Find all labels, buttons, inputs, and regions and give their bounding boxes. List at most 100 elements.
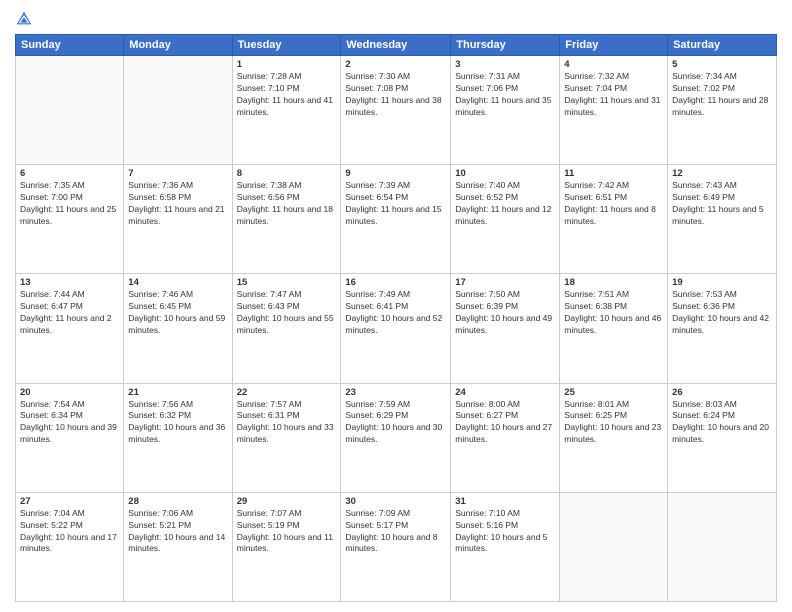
cell-text: Sunrise: 7:43 AM Sunset: 6:49 PM Dayligh… [672, 180, 772, 228]
calendar-cell: 28Sunrise: 7:06 AM Sunset: 5:21 PM Dayli… [124, 492, 232, 601]
calendar-cell: 13Sunrise: 7:44 AM Sunset: 6:47 PM Dayli… [16, 274, 124, 383]
cell-text: Sunrise: 7:53 AM Sunset: 6:36 PM Dayligh… [672, 289, 772, 337]
calendar-cell: 19Sunrise: 7:53 AM Sunset: 6:36 PM Dayli… [668, 274, 777, 383]
calendar-cell: 4Sunrise: 7:32 AM Sunset: 7:04 PM Daylig… [560, 56, 668, 165]
day-number: 7 [128, 168, 227, 179]
day-number: 24 [455, 387, 555, 398]
day-number: 3 [455, 59, 555, 70]
calendar-cell: 11Sunrise: 7:42 AM Sunset: 6:51 PM Dayli… [560, 165, 668, 274]
page: SundayMondayTuesdayWednesdayThursdayFrid… [0, 0, 792, 612]
day-number: 2 [345, 59, 446, 70]
cell-text: Sunrise: 7:56 AM Sunset: 6:32 PM Dayligh… [128, 399, 227, 447]
day-number: 23 [345, 387, 446, 398]
calendar-cell: 14Sunrise: 7:46 AM Sunset: 6:45 PM Dayli… [124, 274, 232, 383]
cell-text: Sunrise: 7:10 AM Sunset: 5:16 PM Dayligh… [455, 508, 555, 556]
day-number: 28 [128, 496, 227, 507]
calendar-cell: 12Sunrise: 7:43 AM Sunset: 6:49 PM Dayli… [668, 165, 777, 274]
weekday-header-monday: Monday [124, 35, 232, 56]
day-number: 5 [672, 59, 772, 70]
cell-text: Sunrise: 7:36 AM Sunset: 6:58 PM Dayligh… [128, 180, 227, 228]
weekday-header-sunday: Sunday [16, 35, 124, 56]
cell-text: Sunrise: 8:01 AM Sunset: 6:25 PM Dayligh… [564, 399, 663, 447]
day-number: 17 [455, 277, 555, 288]
cell-text: Sunrise: 7:31 AM Sunset: 7:06 PM Dayligh… [455, 71, 555, 119]
cell-text: Sunrise: 7:30 AM Sunset: 7:08 PM Dayligh… [345, 71, 446, 119]
calendar-cell: 22Sunrise: 7:57 AM Sunset: 6:31 PM Dayli… [232, 383, 341, 492]
calendar-cell: 3Sunrise: 7:31 AM Sunset: 7:06 PM Daylig… [451, 56, 560, 165]
header [15, 10, 777, 28]
weekday-header-saturday: Saturday [668, 35, 777, 56]
week-row-2: 6Sunrise: 7:35 AM Sunset: 7:00 PM Daylig… [16, 165, 777, 274]
calendar-cell: 31Sunrise: 7:10 AM Sunset: 5:16 PM Dayli… [451, 492, 560, 601]
cell-text: Sunrise: 8:03 AM Sunset: 6:24 PM Dayligh… [672, 399, 772, 447]
day-number: 18 [564, 277, 663, 288]
day-number: 4 [564, 59, 663, 70]
calendar-cell: 5Sunrise: 7:34 AM Sunset: 7:02 PM Daylig… [668, 56, 777, 165]
cell-text: Sunrise: 7:51 AM Sunset: 6:38 PM Dayligh… [564, 289, 663, 337]
day-number: 31 [455, 496, 555, 507]
calendar-cell: 26Sunrise: 8:03 AM Sunset: 6:24 PM Dayli… [668, 383, 777, 492]
cell-text: Sunrise: 7:40 AM Sunset: 6:52 PM Dayligh… [455, 180, 555, 228]
calendar-cell: 6Sunrise: 7:35 AM Sunset: 7:00 PM Daylig… [16, 165, 124, 274]
day-number: 8 [237, 168, 337, 179]
weekday-header-tuesday: Tuesday [232, 35, 341, 56]
day-number: 15 [237, 277, 337, 288]
day-number: 1 [237, 59, 337, 70]
day-number: 30 [345, 496, 446, 507]
calendar-cell: 30Sunrise: 7:09 AM Sunset: 5:17 PM Dayli… [341, 492, 451, 601]
weekday-header-thursday: Thursday [451, 35, 560, 56]
day-number: 22 [237, 387, 337, 398]
calendar-cell: 27Sunrise: 7:04 AM Sunset: 5:22 PM Dayli… [16, 492, 124, 601]
calendar-cell: 8Sunrise: 7:38 AM Sunset: 6:56 PM Daylig… [232, 165, 341, 274]
cell-text: Sunrise: 7:35 AM Sunset: 7:00 PM Dayligh… [20, 180, 119, 228]
cell-text: Sunrise: 7:06 AM Sunset: 5:21 PM Dayligh… [128, 508, 227, 556]
calendar-cell: 25Sunrise: 8:01 AM Sunset: 6:25 PM Dayli… [560, 383, 668, 492]
cell-text: Sunrise: 7:47 AM Sunset: 6:43 PM Dayligh… [237, 289, 337, 337]
cell-text: Sunrise: 7:07 AM Sunset: 5:19 PM Dayligh… [237, 508, 337, 556]
calendar-cell: 29Sunrise: 7:07 AM Sunset: 5:19 PM Dayli… [232, 492, 341, 601]
day-number: 21 [128, 387, 227, 398]
calendar-cell: 24Sunrise: 8:00 AM Sunset: 6:27 PM Dayli… [451, 383, 560, 492]
cell-text: Sunrise: 7:34 AM Sunset: 7:02 PM Dayligh… [672, 71, 772, 119]
logo-icon [15, 10, 33, 28]
cell-text: Sunrise: 7:57 AM Sunset: 6:31 PM Dayligh… [237, 399, 337, 447]
cell-text: Sunrise: 7:09 AM Sunset: 5:17 PM Dayligh… [345, 508, 446, 556]
weekday-header-friday: Friday [560, 35, 668, 56]
day-number: 12 [672, 168, 772, 179]
cell-text: Sunrise: 7:59 AM Sunset: 6:29 PM Dayligh… [345, 399, 446, 447]
day-number: 19 [672, 277, 772, 288]
cell-text: Sunrise: 7:04 AM Sunset: 5:22 PM Dayligh… [20, 508, 119, 556]
calendar-cell: 7Sunrise: 7:36 AM Sunset: 6:58 PM Daylig… [124, 165, 232, 274]
week-row-1: 1Sunrise: 7:28 AM Sunset: 7:10 PM Daylig… [16, 56, 777, 165]
logo [15, 10, 35, 28]
cell-text: Sunrise: 7:32 AM Sunset: 7:04 PM Dayligh… [564, 71, 663, 119]
cell-text: Sunrise: 7:42 AM Sunset: 6:51 PM Dayligh… [564, 180, 663, 228]
calendar-cell [124, 56, 232, 165]
calendar-cell [668, 492, 777, 601]
week-row-4: 20Sunrise: 7:54 AM Sunset: 6:34 PM Dayli… [16, 383, 777, 492]
calendar-cell [16, 56, 124, 165]
week-row-5: 27Sunrise: 7:04 AM Sunset: 5:22 PM Dayli… [16, 492, 777, 601]
cell-text: Sunrise: 7:38 AM Sunset: 6:56 PM Dayligh… [237, 180, 337, 228]
day-number: 16 [345, 277, 446, 288]
week-row-3: 13Sunrise: 7:44 AM Sunset: 6:47 PM Dayli… [16, 274, 777, 383]
day-number: 14 [128, 277, 227, 288]
weekday-header-row: SundayMondayTuesdayWednesdayThursdayFrid… [16, 35, 777, 56]
calendar-table: SundayMondayTuesdayWednesdayThursdayFrid… [15, 34, 777, 602]
cell-text: Sunrise: 7:49 AM Sunset: 6:41 PM Dayligh… [345, 289, 446, 337]
day-number: 6 [20, 168, 119, 179]
calendar-cell: 21Sunrise: 7:56 AM Sunset: 6:32 PM Dayli… [124, 383, 232, 492]
day-number: 11 [564, 168, 663, 179]
calendar-cell: 16Sunrise: 7:49 AM Sunset: 6:41 PM Dayli… [341, 274, 451, 383]
cell-text: Sunrise: 7:50 AM Sunset: 6:39 PM Dayligh… [455, 289, 555, 337]
weekday-header-wednesday: Wednesday [341, 35, 451, 56]
calendar-cell [560, 492, 668, 601]
cell-text: Sunrise: 7:44 AM Sunset: 6:47 PM Dayligh… [20, 289, 119, 337]
day-number: 20 [20, 387, 119, 398]
day-number: 29 [237, 496, 337, 507]
calendar-cell: 1Sunrise: 7:28 AM Sunset: 7:10 PM Daylig… [232, 56, 341, 165]
calendar-cell: 2Sunrise: 7:30 AM Sunset: 7:08 PM Daylig… [341, 56, 451, 165]
cell-text: Sunrise: 7:54 AM Sunset: 6:34 PM Dayligh… [20, 399, 119, 447]
calendar-cell: 10Sunrise: 7:40 AM Sunset: 6:52 PM Dayli… [451, 165, 560, 274]
cell-text: Sunrise: 7:28 AM Sunset: 7:10 PM Dayligh… [237, 71, 337, 119]
